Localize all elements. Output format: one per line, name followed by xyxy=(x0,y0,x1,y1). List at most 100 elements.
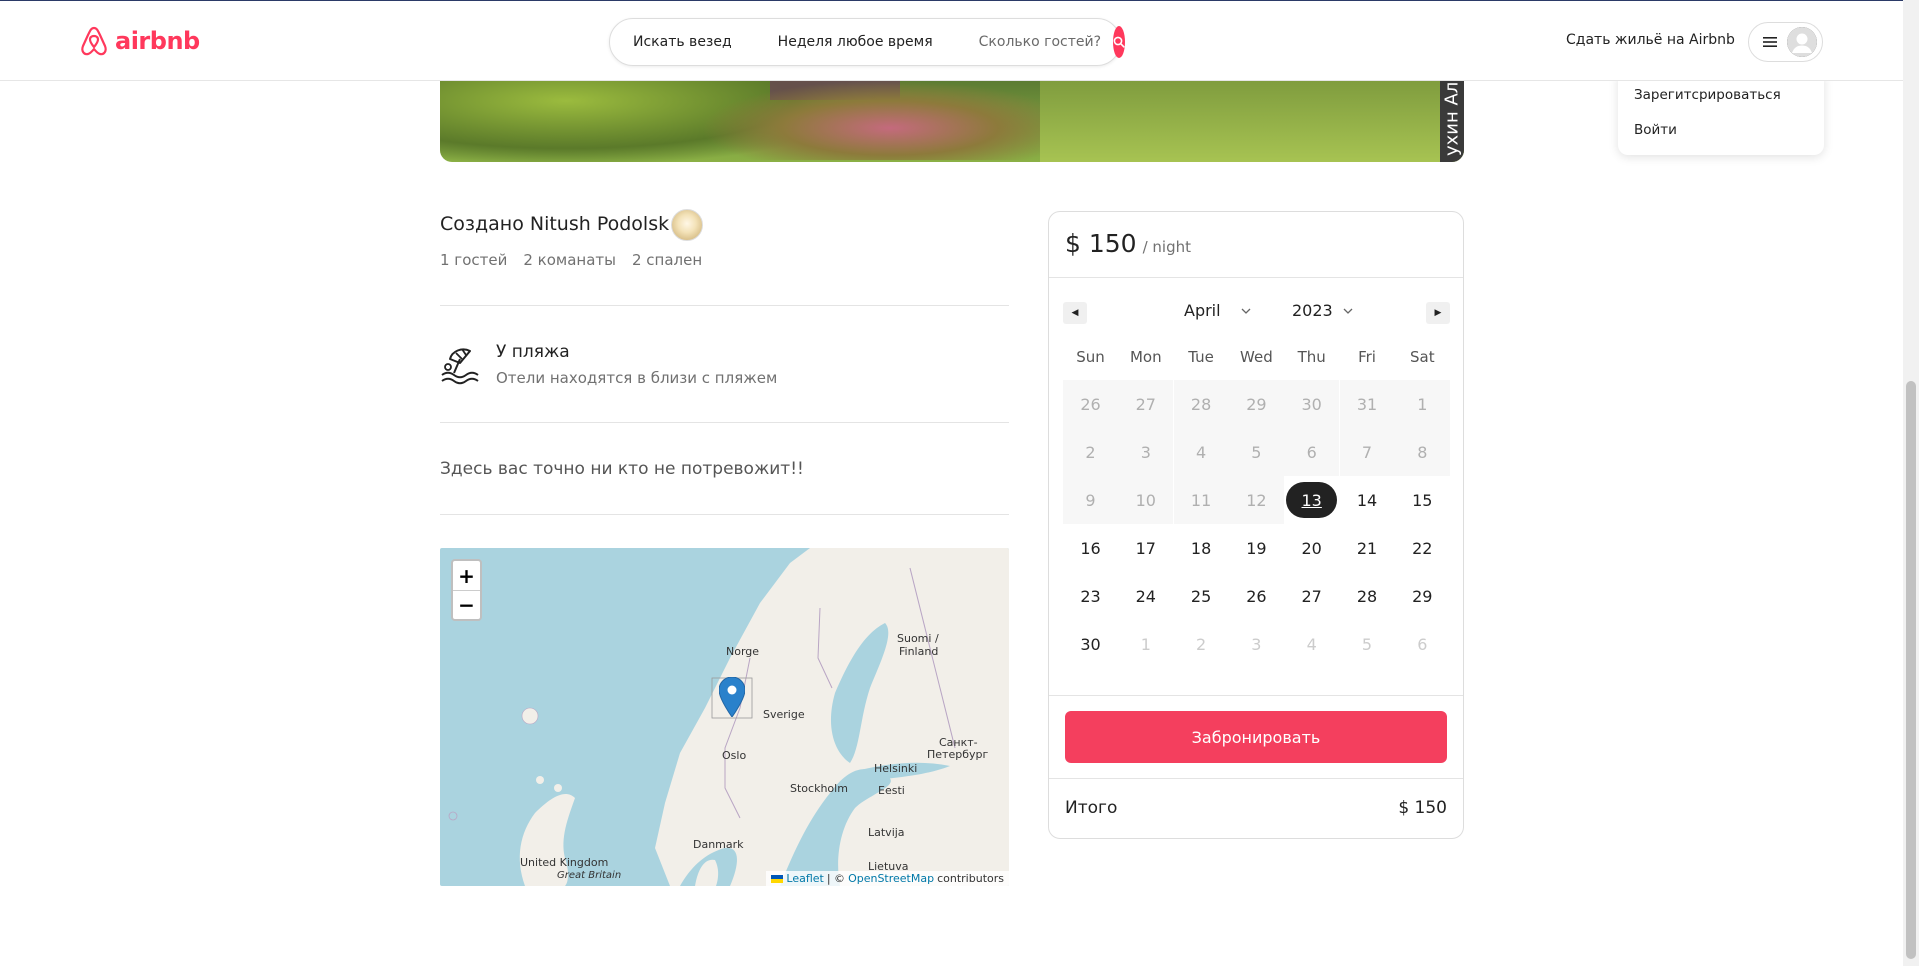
calendar-day: 3 xyxy=(1118,428,1174,476)
listing-description: Здесь вас точно ни кто не потревожит!! xyxy=(440,459,804,479)
calendar-day: 8 xyxy=(1394,428,1450,476)
stat-bedrooms: 2 спален xyxy=(631,251,703,269)
calendar-day: 1 xyxy=(1394,380,1450,428)
weekday-label: Sat xyxy=(1409,348,1435,366)
stat-guests: 1 гостей xyxy=(440,251,508,269)
search-bar[interactable]: Искать везед Неделя любое время Сколько … xyxy=(609,18,1126,66)
weekday-label: Fri xyxy=(1358,348,1376,366)
calendar-day[interactable]: 26 xyxy=(1229,572,1284,620)
map-label-suomi: Suomi / xyxy=(897,632,939,645)
search-icon xyxy=(1113,36,1125,48)
map-label-oslo: Oslo xyxy=(722,749,747,762)
calendar-day: 6 xyxy=(1417,634,1428,654)
calendar-day[interactable]: 15 xyxy=(1395,476,1450,524)
logo-text: airbnb xyxy=(115,27,200,55)
amenity-subtitle: Отели находятся в близи с пляжем xyxy=(496,369,778,387)
user-placeholder-icon xyxy=(1787,27,1817,57)
dropdown-login[interactable]: Войти xyxy=(1634,122,1677,138)
page-scrollbar[interactable] xyxy=(1903,0,1919,966)
calendar-day: 1 xyxy=(1140,634,1151,654)
location-map[interactable]: + − Norge Sverige Suomi / Finland Oslo S… xyxy=(440,548,1009,886)
calendar-day[interactable]: 21 xyxy=(1340,524,1395,572)
calendar-day: 2 xyxy=(1196,634,1207,654)
map-zoom-control: + − xyxy=(451,559,482,621)
calendar-next-button[interactable]: ▶ xyxy=(1426,302,1450,324)
price-unit: / night xyxy=(1142,238,1191,256)
search-guests[interactable]: Сколько гостей? xyxy=(956,34,1111,50)
search-button[interactable] xyxy=(1113,26,1126,58)
map-label-latvija: Latvija xyxy=(868,826,905,839)
hamburger-icon xyxy=(1763,37,1777,47)
weekday-label: Tue xyxy=(1188,348,1214,366)
calendar-day: 5 xyxy=(1361,634,1373,654)
total-value: $ 150 xyxy=(1398,798,1447,818)
caret-left-icon: ◀ xyxy=(1071,308,1079,318)
divider xyxy=(440,422,1009,423)
calendar-day: 30 xyxy=(1284,380,1340,428)
zoom-in-button[interactable]: + xyxy=(453,561,480,590)
calendar-day[interactable]: 19 xyxy=(1229,524,1284,572)
avatar xyxy=(1787,27,1817,57)
month-value: April xyxy=(1184,301,1221,320)
zoom-out-button[interactable]: − xyxy=(453,590,480,619)
map-label-uk: United Kingdom xyxy=(520,856,609,869)
user-menu-button[interactable] xyxy=(1748,22,1823,62)
divider xyxy=(440,514,1009,515)
host-link[interactable]: Сдать жильё на Airbnb xyxy=(1566,32,1735,48)
calendar-day[interactable]: 24 xyxy=(1118,572,1173,620)
scrollbar-thumb[interactable] xyxy=(1906,381,1916,959)
stat-rooms: 2 команаты xyxy=(523,251,616,269)
attribution-tail: contributors xyxy=(937,872,1004,885)
leaflet-link[interactable]: Leaflet xyxy=(786,872,823,885)
year-select[interactable]: 2023 xyxy=(1292,301,1353,320)
weekday-label: Thu xyxy=(1297,348,1326,366)
osm-link[interactable]: OpenStreetMap xyxy=(848,872,934,885)
calendar-day[interactable]: 13 xyxy=(1284,476,1339,524)
calendar-prev-button[interactable]: ◀ xyxy=(1063,302,1087,324)
dropdown-signup[interactable]: Зарегитсрироваться xyxy=(1634,87,1781,103)
map-label-great-britain: Great Britain xyxy=(557,870,622,881)
chevron-down-icon xyxy=(1241,308,1251,314)
price-block: $ 150 / night xyxy=(1065,229,1191,258)
calendar-day[interactable]: 23 xyxy=(1063,572,1118,620)
calendar-day: 2 xyxy=(1063,428,1118,476)
map-label-eesti: Eesti xyxy=(878,784,905,797)
calendar-day[interactable]: 18 xyxy=(1174,524,1229,572)
map-marker-icon[interactable] xyxy=(719,677,745,717)
calendar-day: 4 xyxy=(1306,634,1317,654)
calendar-day[interactable]: 22 xyxy=(1395,524,1450,572)
calendar-day[interactable]: 30 xyxy=(1063,620,1118,668)
card-divider xyxy=(1049,695,1463,696)
calendar-day[interactable]: 28 xyxy=(1340,572,1395,620)
book-button[interactable]: Забронировать xyxy=(1065,711,1447,763)
calendar-day: 12 xyxy=(1228,476,1284,524)
calendar-day: 9 xyxy=(1063,476,1118,524)
price-value: $ 150 xyxy=(1065,229,1137,258)
calendar-day: 4 xyxy=(1173,428,1229,476)
calendar-day[interactable]: 27 xyxy=(1284,572,1339,620)
calendar-day[interactable]: 25 xyxy=(1174,572,1229,620)
weekday-label: Sun xyxy=(1076,348,1105,366)
map-attribution: Leaflet | © OpenStreetMap contributors xyxy=(766,871,1009,886)
weekday-label: Wed xyxy=(1240,348,1273,366)
month-select[interactable]: April xyxy=(1184,301,1251,320)
weekday-label: Mon xyxy=(1129,348,1162,366)
calendar-day[interactable]: 17 xyxy=(1118,524,1173,572)
total-label: Итого xyxy=(1065,798,1118,818)
calendar-day: 29 xyxy=(1228,380,1284,428)
year-value: 2023 xyxy=(1292,301,1333,320)
calendar-day: 26 xyxy=(1063,380,1118,428)
calendar-day: 31 xyxy=(1339,380,1395,428)
search-week[interactable]: Неделя любое время xyxy=(755,34,956,50)
calendar-day[interactable]: 20 xyxy=(1284,524,1339,572)
search-anywhere[interactable]: Искать везед xyxy=(610,34,755,50)
calendar-day[interactable]: 14 xyxy=(1340,476,1395,524)
airbnb-logo[interactable]: airbnb xyxy=(79,25,200,57)
card-divider xyxy=(1049,778,1463,779)
calendar-day[interactable]: 16 xyxy=(1063,524,1118,572)
calendar-day: 5 xyxy=(1228,428,1284,476)
map-label-danmark: Danmark xyxy=(693,838,744,851)
calendar-day: 7 xyxy=(1339,428,1395,476)
owner-title: Создано Nitush Podolsk xyxy=(440,213,670,235)
calendar-day[interactable]: 29 xyxy=(1395,572,1450,620)
